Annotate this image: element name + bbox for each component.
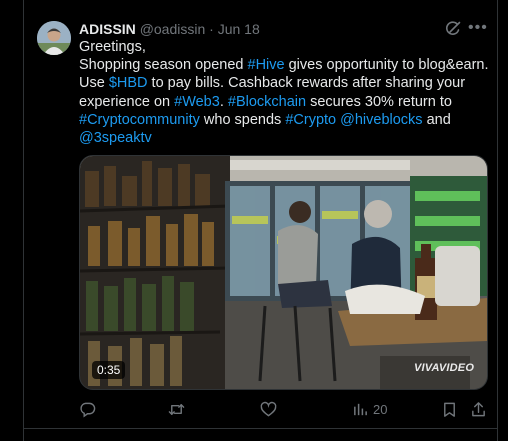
author-handle[interactable]: @oadissin [140,21,206,37]
views-icon [354,403,367,415]
reply-icon [80,402,96,417]
like-icon [260,401,277,417]
hashtag-link[interactable]: @hiveblocks [340,112,422,128]
tweet-text-line: Greetings, [79,38,489,56]
video-frame [80,156,487,389]
share-button[interactable] [470,398,487,420]
views-count: 20 [373,401,388,417]
hashtag-link[interactable]: #Blockchain [228,94,306,110]
text-segment: to pay bills. Cashback rewards after sha… [147,75,466,92]
avatar[interactable] [37,21,71,55]
hashtag-link[interactable]: #Web3 [174,94,220,110]
tweet-text-line: Shopping season opened #Hive gives oppor… [79,56,489,74]
tweet-header: ADISSIN @oadissin · Jun 18 [79,20,260,38]
separator-dot: · [209,21,214,37]
text-segment: experience on [79,93,175,110]
text-segment: gives opportunity to blog&earn. [284,57,489,74]
tweet-text-line: @3speaktv [79,129,489,147]
tweet-date[interactable]: Jun 18 [218,21,260,37]
tweet-actions: 20 [79,398,489,420]
text-segment: who spends [199,111,286,128]
video-player[interactable] [79,155,488,390]
bookmark-icon [444,402,455,417]
tweet-divider [24,428,497,429]
hashtag-link[interactable]: @3speaktv [79,130,152,146]
video-duration: 0:35 [92,361,126,379]
text-segment: Use [79,75,109,92]
reply-button[interactable] [79,398,96,420]
retweet-icon [168,403,185,415]
tweet-text-line: Use $HBD to pay bills. Cashback rewards … [79,74,489,92]
retweet-button[interactable] [168,398,185,420]
tweet-text-line: #Cryptocommunity who spends #Crypto @hiv… [79,111,489,129]
text-segment: Greetings, [79,39,146,55]
video-watermark: VIVAVIDEO [414,362,475,374]
text-segment: secures 30% return to [306,93,452,110]
author-name[interactable]: ADISSIN [79,21,136,37]
tweet-text-line: experience on #Web3. #Blockchain secures… [79,93,489,111]
timeline-right-border [497,0,498,441]
text-segment: and [422,111,451,128]
views-button[interactable]: 20 [352,398,387,420]
bookmark-button[interactable] [441,398,458,420]
tweet-text: Greetings, Shopping season opened #Hive g… [79,38,489,147]
hashtag-link[interactable]: #Hive [248,57,285,73]
grok-icon[interactable] [445,21,461,37]
share-icon [472,401,485,416]
hashtag-link[interactable]: #Cryptocommunity [79,112,200,128]
text-segment: Shopping season opened [79,57,248,74]
like-button[interactable] [260,398,277,420]
hashtag-link[interactable]: $HBD [109,75,148,91]
more-icon[interactable]: ••• [468,19,487,37]
text-segment: . [219,93,228,110]
hashtag-link[interactable]: #Crypto [285,112,336,128]
